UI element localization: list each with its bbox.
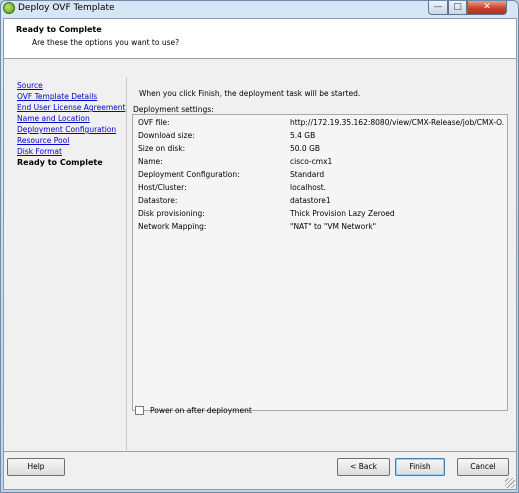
table-row: Download size: 5.4 GB [133, 129, 507, 142]
deploy-ovf-window: Deploy OVF Template — □ ✕ Ready to Compl… [0, 0, 519, 493]
nav-step-source[interactable]: Source [17, 81, 43, 90]
setting-value: 5.4 GB [290, 131, 316, 140]
nav-step-disk-format[interactable]: Disk Format [17, 147, 62, 156]
nav-step-eula[interactable]: End User License Agreement [17, 103, 125, 112]
back-button[interactable]: < Back [337, 458, 390, 476]
footer-divider [4, 451, 516, 452]
power-on-label[interactable]: Power on after deployment [150, 406, 252, 415]
setting-key: Datastore: [138, 196, 178, 205]
title-bar[interactable]: Deploy OVF Template — □ ✕ [1, 1, 518, 17]
help-button[interactable]: Help [7, 458, 65, 476]
setting-value: Thick Provision Lazy Zeroed [290, 209, 395, 218]
table-row: Name: cisco-cmx1 [133, 155, 507, 168]
vsphere-app-icon [3, 2, 15, 14]
table-row: OVF file: http://172.19.35.162:8080/view… [133, 116, 507, 129]
setting-value: cisco-cmx1 [290, 157, 333, 166]
nav-step-ovf-template-details[interactable]: OVF Template Details [17, 92, 97, 101]
nav-step-deployment-configuration[interactable]: Deployment Configuration [17, 125, 116, 134]
setting-key: Deployment Configuration: [138, 170, 240, 179]
deployment-settings-label: Deployment settings: [133, 105, 214, 114]
table-row: Disk provisioning: Thick Provision Lazy … [133, 207, 507, 220]
setting-value: datastore1 [290, 196, 331, 205]
setting-key: Size on disk: [138, 144, 186, 153]
setting-key: Download size: [138, 131, 195, 140]
wizard-header: Ready to Complete Are these the options … [4, 19, 516, 59]
table-row: Size on disk: 50.0 GB [133, 142, 507, 155]
finish-info-text: When you click Finish, the deployment ta… [139, 89, 361, 98]
setting-key: Host/Cluster: [138, 183, 187, 192]
maximize-button[interactable]: □ [448, 1, 467, 15]
table-row: Datastore: datastore1 [133, 194, 507, 207]
table-row: Host/Cluster: localhost. [133, 181, 507, 194]
setting-value: localhost. [290, 183, 327, 192]
table-row: Deployment Configuration: Standard [133, 168, 507, 181]
setting-key: Disk provisioning: [138, 209, 205, 218]
nav-divider [126, 77, 127, 451]
page-subtitle: Are these the options you want to use? [32, 38, 180, 47]
setting-key: Name: [138, 157, 163, 166]
power-on-checkbox[interactable] [135, 406, 144, 415]
deployment-settings-table: OVF file: http://172.19.35.162:8080/view… [132, 114, 508, 411]
setting-key: Network Mapping: [138, 222, 207, 231]
wizard-steps-nav: Source OVF Template Details End User Lic… [4, 77, 126, 449]
setting-key: OVF file: [138, 118, 170, 127]
setting-value: "NAT" to "VM Network" [290, 222, 377, 231]
resize-grip-icon[interactable] [505, 478, 515, 488]
cancel-button[interactable]: Cancel [457, 458, 509, 476]
close-button[interactable]: ✕ [467, 1, 507, 15]
minimize-button[interactable]: — [428, 1, 448, 15]
wizard-content: Ready to Complete Are these the options … [3, 18, 517, 490]
finish-button[interactable]: Finish [395, 458, 445, 476]
nav-step-name-and-location[interactable]: Name and Location [17, 114, 90, 123]
setting-value: Standard [290, 170, 325, 179]
window-title: Deploy OVF Template [18, 3, 115, 13]
nav-step-ready-to-complete: Ready to Complete [17, 158, 103, 167]
setting-value: http://172.19.35.162:8080/view/CMX-Relea… [290, 118, 504, 127]
nav-step-resource-pool[interactable]: Resource Pool [17, 136, 69, 145]
setting-value: 50.0 GB [290, 144, 321, 153]
table-row: Network Mapping: "NAT" to "VM Network" [133, 220, 507, 233]
page-title: Ready to Complete [16, 25, 102, 34]
